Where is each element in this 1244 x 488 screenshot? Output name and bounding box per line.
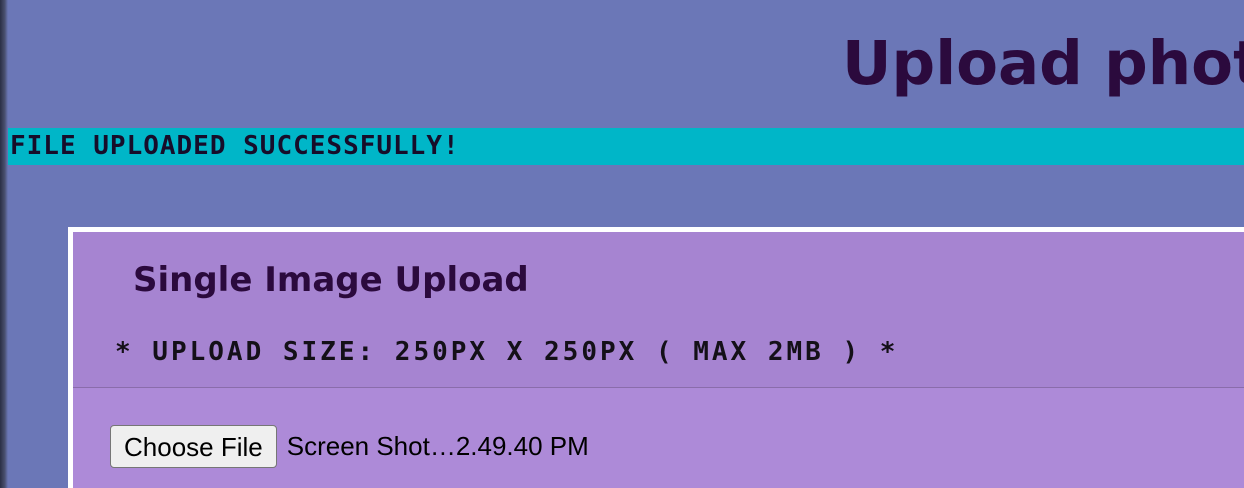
window-left-edge bbox=[0, 0, 8, 488]
upload-card: Single Image Upload * UPLOAD SIZE: 250PX… bbox=[68, 227, 1244, 488]
card-heading: Single Image Upload bbox=[133, 260, 529, 300]
file-input[interactable]: Choose File Screen Shot…2.49.40 PM bbox=[110, 425, 589, 468]
choose-file-button[interactable]: Choose File bbox=[110, 425, 277, 468]
page-title: Upload phot bbox=[842, 28, 1244, 99]
upload-size-note: * UPLOAD SIZE: 250PX X 250PX ( MAX 2MB )… bbox=[115, 337, 899, 367]
selected-file-name: Screen Shot…2.49.40 PM bbox=[286, 431, 589, 461]
success-banner: FILE UPLOADED SUCCESSFULLY! bbox=[8, 128, 1244, 165]
